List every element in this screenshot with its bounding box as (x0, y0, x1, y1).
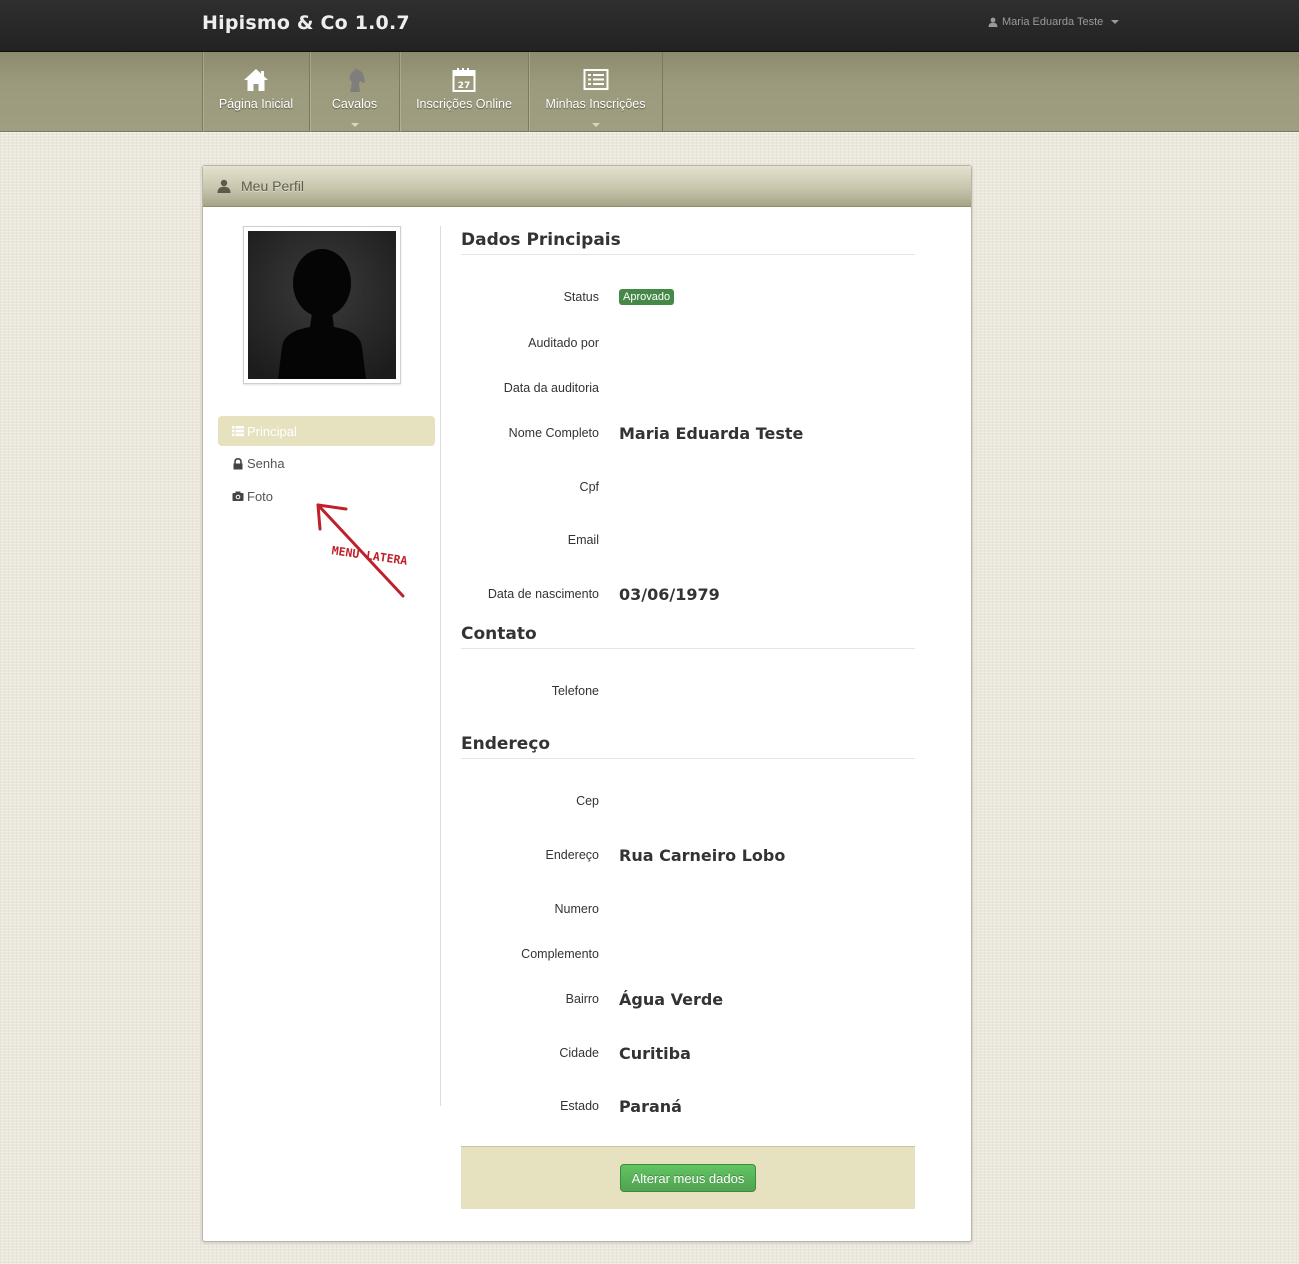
field-value: Água Verde (619, 989, 724, 1009)
field-value: Curitiba (619, 1043, 691, 1063)
panel-title: Meu Perfil (241, 178, 305, 194)
top-bar: Hipismo & Co 1.0.7 Maria Eduarda Teste (0, 0, 1299, 52)
main-nav: Página Inicial Cavalos 27 Inscrições Onl… (0, 52, 1299, 132)
field-label: Cidade (559, 1046, 599, 1060)
side-menu-label: Principal (247, 423, 297, 439)
side-menu-label: Senha (247, 456, 285, 471)
edit-profile-button[interactable]: Alterar meus dados (619, 1164, 757, 1192)
camera-icon (232, 491, 244, 501)
form-actions: Alterar meus dados (461, 1146, 915, 1209)
nav-item-cavalos[interactable]: Cavalos (310, 52, 400, 132)
section-title-endereco: Endereço (461, 734, 915, 759)
field-label: Email (567, 533, 599, 547)
side-menu-label: Foto (247, 488, 274, 504)
horse-icon (349, 68, 365, 92)
section-title-contato: Contato (461, 624, 915, 649)
nav-label: Inscrições Online (416, 97, 512, 111)
field-label: Auditado por (528, 336, 599, 350)
side-menu-item-senha[interactable]: Senha (218, 449, 435, 479)
field-label: Endereço (545, 848, 599, 862)
field-bairro: Bairro Água Verde (461, 987, 915, 1011)
nav-label: Minhas Inscrições (545, 97, 646, 111)
nav-label: Página Inicial (218, 97, 294, 111)
vertical-divider (440, 226, 441, 1106)
section-title-dados-principais: Dados Principais (461, 230, 915, 255)
field-complemento: Complemento (461, 942, 915, 966)
panel-header: Meu Perfil (203, 166, 971, 207)
field-numero: Numero (461, 897, 915, 921)
field-label: Estado (560, 1099, 599, 1113)
nav-item-inscricoes-online[interactable]: 27 Inscrições Online (400, 52, 529, 132)
annotation-text: MENU LATERAL (331, 543, 408, 568)
user-name: Maria Eduarda Teste (1002, 16, 1104, 28)
field-value: Paraná (619, 1096, 682, 1116)
list-icon (583, 69, 608, 90)
field-label: Numero (554, 902, 599, 916)
nav-item-minhas-inscricoes[interactable]: Minhas Inscrições (529, 52, 663, 132)
calendar-icon: 27 (452, 68, 476, 92)
field-label: Nome Completo (508, 426, 599, 440)
nav-label: Cavalos (331, 97, 378, 111)
side-menu-item-principal[interactable]: Principal (218, 416, 435, 446)
calendar-day: 27 (458, 81, 471, 91)
field-data-nascimento: Data de nascimento 03/06/1979 (461, 582, 915, 606)
nav-item-pagina-inicial[interactable]: Página Inicial (203, 52, 310, 132)
field-label: Cep (576, 794, 599, 808)
status-badge: Aprovado (619, 289, 675, 305)
field-label: Cpf (579, 480, 599, 494)
field-telefone: Telefone (461, 679, 915, 703)
user-icon (217, 179, 231, 193)
profile-panel: Meu Perfil Principal Senha Foto MENU LAT… (202, 165, 972, 1242)
list-icon (232, 426, 244, 437)
field-value: Maria Eduarda Teste (619, 423, 804, 443)
field-cep: Cep (461, 789, 915, 813)
field-auditado-por: Auditado por (461, 331, 915, 355)
field-label: Complemento (521, 947, 599, 961)
field-status: Status Aprovado (461, 285, 915, 309)
lock-icon (233, 457, 243, 469)
field-cpf: Cpf (461, 475, 915, 499)
chevron-down-icon (1111, 20, 1120, 24)
avatar (243, 226, 401, 384)
app-brand[interactable]: Hipismo & Co 1.0.7 (202, 12, 410, 34)
field-label: Data da auditoria (503, 381, 599, 395)
menu-lateral-annotation: MENU LATERAL (316, 503, 408, 598)
field-label: Data de nascimento (487, 587, 599, 601)
side-menu: Principal Senha Foto (218, 416, 435, 514)
field-value: 03/06/1979 (619, 584, 720, 604)
avatar-placeholder-image (248, 231, 396, 379)
chevron-down-icon (350, 123, 359, 127)
home-icon (244, 69, 268, 91)
field-estado: Estado Paraná (461, 1094, 915, 1118)
user-menu-dropdown[interactable]: Maria Eduarda Teste (988, 16, 1120, 28)
field-value: Rua Carneiro Lobo (619, 845, 786, 865)
field-label: Bairro (565, 992, 599, 1006)
user-icon (988, 17, 998, 27)
chevron-down-icon (591, 123, 600, 127)
field-endereco: Endereço Rua Carneiro Lobo (461, 843, 915, 867)
field-email: Email (461, 528, 915, 552)
field-data-auditoria: Data da auditoria (461, 376, 915, 400)
field-label: Status (563, 290, 599, 304)
field-label: Telefone (551, 684, 599, 698)
field-cidade: Cidade Curitiba (461, 1041, 915, 1065)
field-nome-completo: Nome Completo Maria Eduarda Teste (461, 421, 915, 445)
